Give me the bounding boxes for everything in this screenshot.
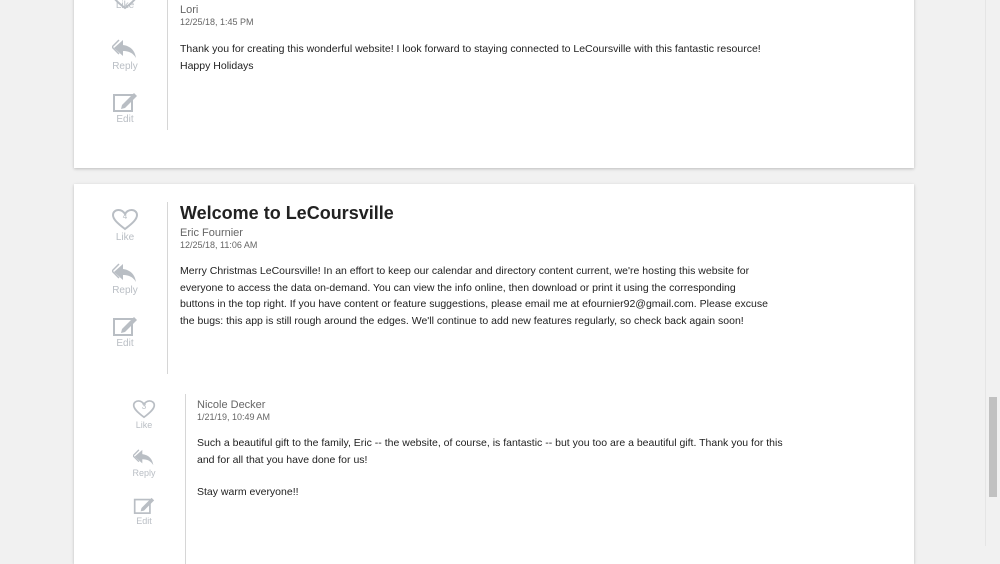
edit-button[interactable]: Edit [95,91,155,125]
reply-label: Reply [132,468,156,478]
like-count: 4 [122,212,128,221]
edit-icon [113,317,137,336]
edit-button[interactable]: Edit [95,315,155,349]
reply-icon [112,263,136,282]
reply-paragraph: Stay warm everyone!! [197,486,299,498]
reply-label: Reply [112,285,138,296]
reply-button[interactable]: Reply [95,262,155,296]
reply-date: 1/21/19, 10:49 AM [197,412,271,422]
edit-icon [113,93,137,112]
like-button[interactable]: 3 Like [114,400,174,430]
comment-author: Lori [180,4,199,16]
reply-paragraph: Such a beautiful gift to the family, Eri… [197,437,783,466]
reply-button[interactable]: Reply [114,448,174,478]
reply-divider [185,394,186,564]
reply-icon [133,449,154,466]
post-card: 4 Like Reply Edit Welcome to LeCoursvill… [74,184,914,564]
comment-card: Like Reply Edit Lori 12/25/18, 1:45 PM T… [74,0,914,168]
reply-icon [112,39,136,58]
divider [167,202,168,374]
comment-body: Thank you for creating this wonderful we… [180,43,761,72]
post-content: Welcome to LeCoursville Eric Fournier 12… [180,202,770,329]
edit-label: Edit [116,114,134,125]
heart-icon [114,0,136,10]
reply-body: Such a beautiful gift to the family, Eri… [197,435,787,501]
edit-icon [133,497,155,514]
reply-label: Reply [112,61,138,72]
edit-button[interactable]: Edit [114,496,174,526]
post-author: Eric Fournier [180,227,243,239]
scrollbar[interactable] [985,0,1000,546]
like-count: 3 [141,402,147,411]
reply-button[interactable]: Reply [95,38,155,72]
post-date: 12/25/18, 11:06 AM [180,240,258,250]
like-label: Like [135,420,153,430]
comment-date: 12/25/18, 1:45 PM [180,17,254,27]
edit-label: Edit [116,338,134,349]
post-body: Merry Christmas LeCoursville! In an effo… [180,265,768,327]
post-title: Welcome to LeCoursville [180,203,394,223]
divider [167,0,168,130]
like-label: Like [115,232,135,243]
reply-author: Nicole Decker [197,399,266,411]
comment-content: Lori 12/25/18, 1:45 PM Thank you for cre… [180,4,770,74]
like-button[interactable]: 4 Like [95,209,155,243]
reply-content: Nicole Decker 1/21/19, 10:49 AM Such a b… [197,399,787,517]
scrollbar-thumb[interactable] [989,397,997,497]
edit-label: Edit [136,516,152,526]
